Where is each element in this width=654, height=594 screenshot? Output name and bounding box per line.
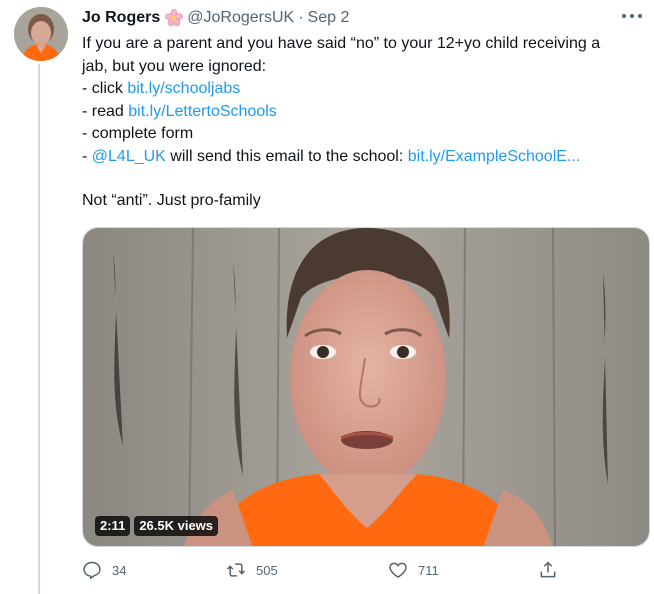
display-name[interactable]: Jo Rogers [82,9,160,27]
avatar[interactable] [14,7,68,61]
reply-button[interactable]: 34 [82,560,126,580]
tweet-actions: 34 505 711 [82,560,562,586]
share-icon [540,561,556,578]
text-line: - complete form [82,125,194,142]
text-line: jab, but you were ignored: [82,57,267,75]
text-line: - @L4L_UK will send this email to the sc… [82,147,581,165]
video-views: 26.5K views [134,516,219,536]
text-line: If you are a parent and you have said “n… [82,35,601,52]
more-icon [622,14,626,18]
video-thumbnail [83,228,649,546]
more-button[interactable] [622,8,642,24]
example-school-link[interactable]: bit.ly/ExampleSchoolE... [408,148,581,165]
letter-to-schools-link[interactable]: bit.ly/LettertoSchools [128,103,277,120]
like-button[interactable]: 711 [388,560,439,580]
handle[interactable]: @JoRogersUK [187,9,294,27]
text-line: - click bit.ly/schooljabs [82,80,241,97]
retweet-count: 505 [256,562,278,578]
share-button[interactable] [538,560,558,580]
video-duration: 2:11 [95,516,131,536]
tweet-header: Jo Rogers @JoRogersUK · Sep 2 [82,7,349,29]
retweet-button[interactable]: 505 [226,560,278,580]
video-badges: 2:11 26.5K views [95,516,219,536]
tweet-date[interactable]: Sep 2 [308,9,350,27]
like-icon [389,562,407,578]
video-player[interactable]: 2:11 26.5K views [82,227,650,547]
l4l-uk-mention[interactable]: @L4L_UK [92,148,166,165]
separator: · [298,9,304,26]
text-line: - read bit.ly/LettertoSchools [82,102,277,120]
tweet-text: If you are a parent and you have said “n… [82,33,642,213]
reply-count: 34 [112,562,127,578]
thread-line [38,64,40,594]
like-count: 711 [418,562,439,578]
retweet-icon [226,563,246,577]
reply-icon [83,561,101,580]
schooljabs-link[interactable]: bit.ly/schooljabs [127,80,240,97]
text-line: Not “anti”. Just pro-family [82,192,261,209]
flower-emoji-icon [165,9,184,27]
